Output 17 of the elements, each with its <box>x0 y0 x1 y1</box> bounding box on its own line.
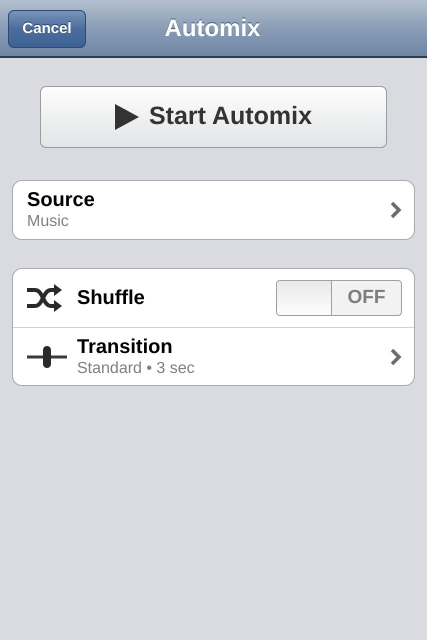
row-title: Shuffle <box>77 286 146 310</box>
row-title: Source <box>27 188 96 212</box>
start-automix-button[interactable]: Start Automix <box>40 86 387 148</box>
disclosure-row[interactable]: Transition Standard • 3 sec <box>13 327 414 385</box>
row-title: Transition <box>77 334 174 358</box>
disclosure-row[interactable]: Source Music <box>13 181 414 239</box>
fader-icon <box>27 346 67 368</box>
toggle-switch[interactable]: OFF <box>276 280 402 316</box>
shuffle-icon <box>27 284 63 312</box>
row-subtitle: Standard • 3 sec <box>77 358 196 378</box>
cancel-button[interactable]: Cancel <box>8 10 86 48</box>
chevron-icon <box>390 348 402 366</box>
chevron-icon <box>390 201 402 219</box>
switch-row[interactable]: Shuffle OFF <box>13 269 414 327</box>
screen-title: Automix <box>164 14 260 44</box>
play-icon <box>115 104 139 130</box>
row-subtitle: Music <box>27 212 70 232</box>
